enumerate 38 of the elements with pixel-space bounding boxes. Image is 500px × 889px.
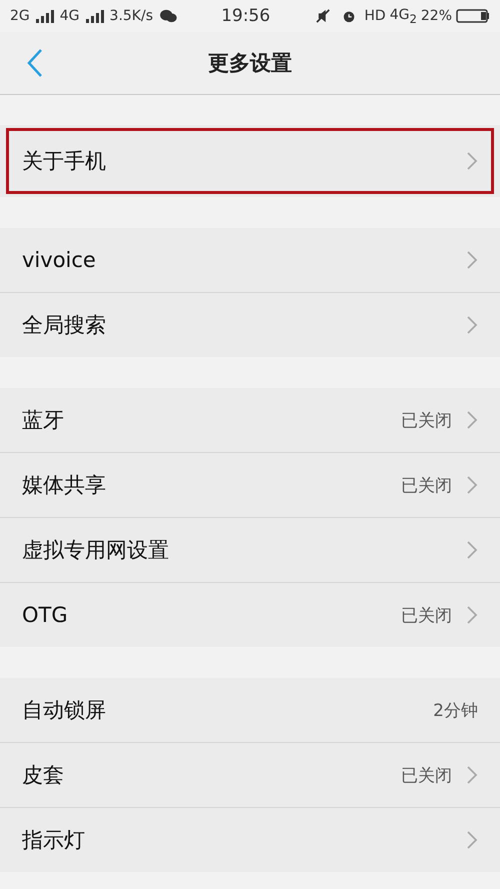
row-value: 已关闭: [401, 764, 452, 786]
status-text: 2G: [10, 8, 30, 24]
row-label: 媒体共享: [22, 472, 106, 499]
settings-row[interactable]: 全局搜索: [0, 292, 500, 357]
row-label: 蓝牙: [22, 407, 64, 434]
row-value: 已关闭: [401, 604, 452, 626]
settings-row[interactable]: 媒体共享 已关闭: [0, 452, 500, 517]
settings-row[interactable]: OTG 已关闭: [0, 582, 500, 647]
settings-row[interactable]: 蓝牙 已关闭: [0, 388, 500, 452]
chat-icon: [157, 9, 179, 23]
row-value: 已关闭: [401, 410, 452, 432]
status-text: 4G$_{2}$: [390, 6, 417, 26]
settings-row[interactable]: 皮套 已关闭: [0, 742, 500, 807]
page-title: 更多设置: [208, 51, 292, 75]
battery-icon: [456, 8, 490, 24]
row-label: 虚拟专用网设置: [22, 537, 169, 564]
status-text: 4G: [60, 8, 80, 24]
row-label: 全局搜索: [22, 312, 106, 339]
status-text: HD: [364, 8, 386, 24]
signal-icon: [84, 9, 106, 23]
row-label: vivoice: [22, 248, 96, 272]
settings-row[interactable]: 虚拟专用网设置: [0, 517, 500, 582]
row-label: 自动锁屏: [22, 697, 106, 724]
signal-icon: [34, 9, 56, 23]
row-label: 关于手机: [22, 148, 106, 175]
settings-row[interactable]: 关于手机: [3, 125, 497, 197]
status-time: 19:56: [221, 6, 270, 26]
settings-row[interactable]: 指示灯: [0, 807, 500, 872]
row-label: 指示灯: [22, 827, 85, 854]
status-text: 3.5K/s: [110, 8, 153, 24]
back-icon[interactable]: [26, 48, 44, 78]
settings-row[interactable]: 自动锁屏 2分钟: [0, 678, 500, 742]
row-label: OTG: [22, 603, 68, 627]
settings-row[interactable]: vivoice: [0, 228, 500, 292]
row-value: 已关闭: [401, 474, 452, 496]
row-label: 皮套: [22, 762, 64, 789]
row-value: 2分钟: [433, 700, 478, 722]
status-text: 22%: [420, 8, 452, 24]
